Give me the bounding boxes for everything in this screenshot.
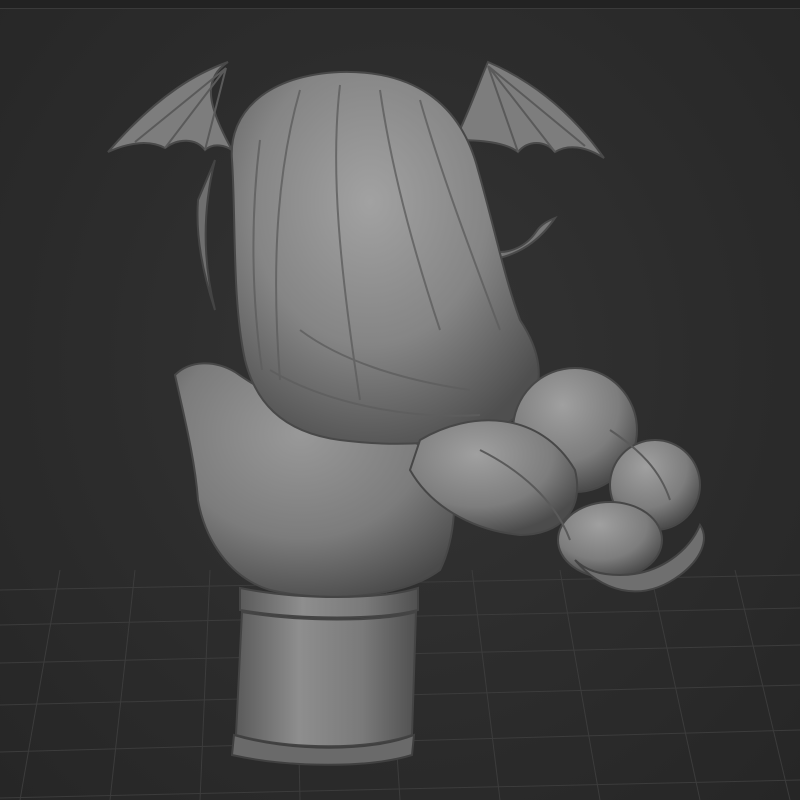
left-wing [107, 61, 233, 153]
3d-viewport[interactable] [0, 0, 800, 800]
pedestal [230, 586, 419, 766]
side-lock-left [196, 159, 216, 311]
scene-canvas [0, 60, 800, 800]
right-wing [453, 60, 605, 159]
